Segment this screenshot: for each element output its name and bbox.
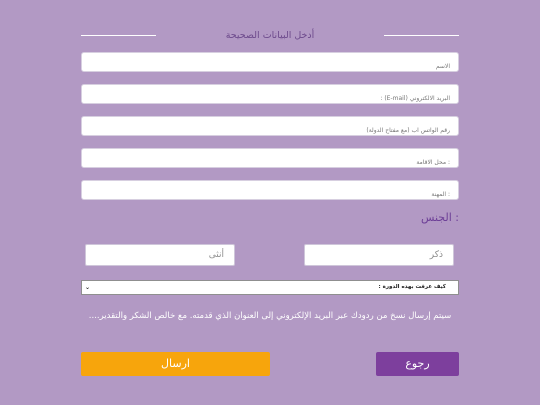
how-heard-selected-value: كيف عرفت بهذه الدورة : [378,284,446,290]
header-divider-right [384,35,459,36]
residence-field[interactable] [81,148,459,172]
email-input[interactable] [82,89,458,108]
confirmation-note: سيتم إرسال نسخ من ردودك عبر البريد الإلك… [88,311,452,321]
gender-label: : الجنس [420,211,459,224]
profession-field[interactable] [81,180,459,204]
how-heard-select[interactable]: كيف عرفت بهذه الدورة : ⌄ [81,280,459,295]
gender-option-male[interactable]: ذكر [304,244,454,266]
whatsapp-field[interactable] [81,116,459,140]
send-button[interactable]: ارسال [81,352,270,376]
form-page: أدخل البيانات الصحيحة : الجنس ذكر أنثى ك… [0,0,540,405]
back-button[interactable]: رجوع [376,352,459,376]
gender-option-female[interactable]: أنثى [85,244,235,266]
email-field[interactable] [81,84,459,108]
profession-input[interactable] [82,185,458,204]
name-input[interactable] [82,57,458,76]
name-field[interactable] [81,52,459,76]
residence-input[interactable] [82,153,458,172]
chevron-down-icon: ⌄ [85,284,91,291]
whatsapp-input[interactable] [82,121,458,140]
form-title: أدخل البيانات الصحيحة [225,30,315,41]
form-header: أدخل البيانات الصحيحة [81,28,459,44]
